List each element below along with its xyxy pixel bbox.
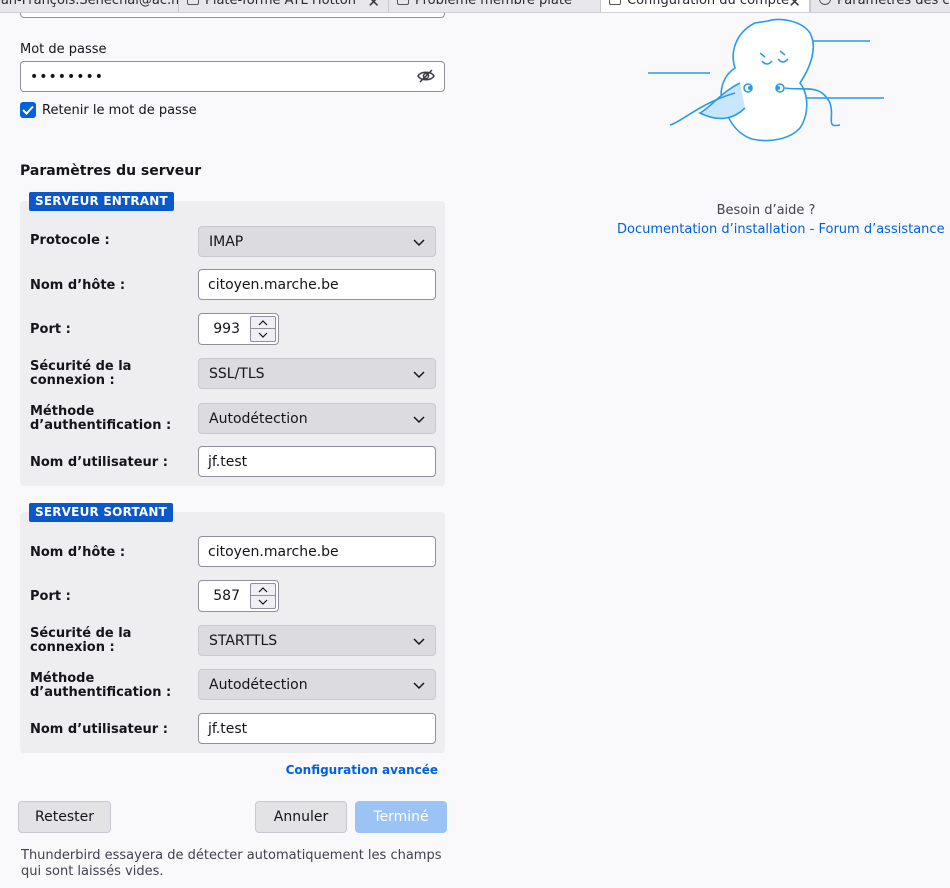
tab-label: Problème membre plate — [415, 0, 572, 8]
tab-label: Jean-François.Senechal@ac.m — [0, 0, 178, 8]
mascot-illustration — [648, 18, 884, 142]
stepper-down-icon[interactable] — [251, 329, 275, 341]
incoming-protocol-select[interactable]: IMAP — [198, 226, 436, 257]
email-field[interactable] — [20, 13, 445, 18]
label-line: Méthode — [30, 671, 95, 686]
tab-label: Configuration du compte — [627, 0, 790, 8]
password-label: Mot de passe — [20, 42, 107, 57]
label-line: d’authentification : — [30, 418, 172, 433]
select-value: SSL/TLS — [209, 365, 265, 382]
port-value: 587 — [213, 588, 240, 604]
outgoing-auth-label: Méthode d’authentification : — [30, 672, 171, 700]
password-value: •••••••• — [30, 68, 105, 85]
input-value: citoyen.marche.be — [208, 543, 339, 560]
tab-bar: Jean-François.Senechal@ac.m Plate-forme … — [0, 0, 950, 13]
outgoing-port-label: Port : — [30, 589, 71, 604]
server-settings-title: Paramètres du serveur — [20, 163, 202, 179]
chevron-down-icon — [413, 371, 425, 379]
eye-slash-icon[interactable] — [417, 69, 435, 83]
autodetect-hint: Thunderbird essayera de détecter automat… — [21, 848, 442, 879]
input-value: citoyen.marche.be — [208, 276, 339, 293]
incoming-hostname-input[interactable]: citoyen.marche.be — [198, 269, 436, 300]
retest-button[interactable]: Retester — [18, 801, 111, 833]
chevron-down-icon — [413, 416, 425, 424]
port-stepper[interactable] — [250, 316, 276, 342]
incoming-security-label: Sécurité de la connexion : — [30, 360, 131, 388]
done-button[interactable]: Terminé — [355, 801, 447, 833]
tab-plateforme[interactable]: Plate-forme ATL Hotton ✕ — [178, 0, 388, 12]
gear-icon — [819, 0, 831, 5]
label-line: connexion : — [30, 373, 115, 388]
document-icon — [187, 0, 199, 5]
close-icon[interactable]: ✕ — [788, 0, 801, 11]
chevron-down-icon — [413, 638, 425, 646]
cancel-button[interactable]: Annuler — [255, 801, 347, 833]
protocol-label: Protocole : — [30, 233, 110, 248]
password-field[interactable]: •••••••• — [20, 61, 445, 92]
outgoing-hostname-input[interactable]: citoyen.marche.be — [198, 536, 436, 567]
incoming-security-select[interactable]: SSL/TLS — [198, 358, 436, 389]
document-icon — [397, 0, 409, 5]
label-line: d’authentification : — [30, 685, 172, 700]
tab-label: Plate-forme ATL Hotton — [205, 0, 356, 8]
remember-password-label: Retenir le mot de passe — [42, 103, 197, 118]
label-line: connexion : — [30, 640, 115, 655]
outgoing-security-select[interactable]: STARTTLS — [198, 625, 436, 656]
tab-label: Paramètres des co — [837, 0, 950, 8]
help-separator: - — [805, 222, 819, 237]
chevron-down-icon — [413, 239, 425, 247]
incoming-username-label: Nom d’utilisateur : — [30, 455, 168, 470]
input-value: jf.test — [208, 453, 248, 470]
docs-link[interactable]: Documentation d’installation — [617, 222, 806, 237]
outgoing-port-input[interactable]: 587 — [198, 580, 279, 612]
help-links: Documentation d’installation - Forum d’a… — [617, 222, 945, 237]
advanced-config-link[interactable]: Configuration avancée — [286, 763, 438, 777]
stepper-up-icon[interactable] — [251, 584, 275, 596]
port-value: 993 — [213, 321, 240, 337]
incoming-auth-label: Méthode d’authentification : — [30, 405, 171, 433]
outgoing-auth-select[interactable]: Autodétection — [198, 669, 436, 700]
chevron-down-icon — [413, 682, 425, 690]
input-value: jf.test — [208, 720, 248, 737]
select-value: Autodétection — [209, 410, 308, 427]
select-value: Autodétection — [209, 676, 308, 693]
stepper-up-icon[interactable] — [251, 317, 275, 329]
help-question: Besoin d’aide ? — [716, 203, 816, 218]
close-icon[interactable]: ✕ — [367, 0, 380, 11]
incoming-username-input[interactable]: jf.test — [198, 446, 436, 477]
tab-probleme[interactable]: Problème membre plate — [388, 0, 600, 12]
select-value: IMAP — [209, 233, 244, 250]
outgoing-server-badge: SERVEUR SORTANT — [29, 503, 174, 522]
tab-account-user[interactable]: Jean-François.Senechal@ac.m — [0, 0, 178, 12]
label-line: Sécurité de la — [30, 626, 132, 641]
incoming-port-input[interactable]: 993 — [198, 313, 279, 345]
tab-parametres[interactable]: Paramètres des co — [810, 0, 950, 12]
stepper-down-icon[interactable] — [251, 596, 275, 608]
incoming-server-badge: SERVEUR ENTRANT — [29, 192, 174, 211]
incoming-auth-select[interactable]: Autodétection — [198, 403, 436, 434]
checkmark-icon — [22, 105, 34, 115]
incoming-hostname-label: Nom d’hôte : — [30, 278, 126, 293]
port-stepper[interactable] — [250, 583, 276, 609]
tab-account-config[interactable]: Configuration du compte ✕ — [600, 0, 810, 12]
label-line: Méthode — [30, 404, 95, 419]
select-value: STARTTLS — [209, 632, 278, 649]
remember-password-checkbox[interactable] — [20, 102, 36, 118]
outgoing-username-label: Nom d’utilisateur : — [30, 722, 168, 737]
outgoing-hostname-label: Nom d’hôte : — [30, 545, 126, 560]
forum-link[interactable]: Forum d’assistance — [818, 222, 944, 237]
outgoing-username-input[interactable]: jf.test — [198, 713, 436, 744]
incoming-port-label: Port : — [30, 322, 71, 337]
mail-settings-icon — [609, 0, 621, 5]
label-line: Sécurité de la — [30, 359, 132, 374]
outgoing-security-label: Sécurité de la connexion : — [30, 627, 131, 655]
